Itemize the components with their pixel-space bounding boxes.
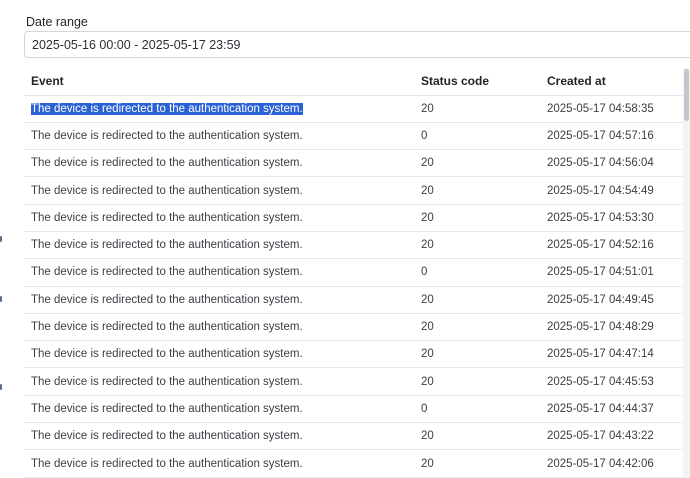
status-code-cell: 0 bbox=[414, 395, 540, 424]
event-text: The device is redirected to the authenti… bbox=[31, 102, 303, 115]
status-code-cell: 20 bbox=[414, 449, 540, 478]
event-cell: The device is redirected to the authenti… bbox=[24, 395, 414, 424]
event-cell: The device is redirected to the authenti… bbox=[24, 258, 414, 287]
edge-mark bbox=[0, 236, 2, 242]
table-row[interactable]: The device is redirected to the authenti… bbox=[24, 395, 690, 424]
event-text: The device is redirected to the authenti… bbox=[31, 375, 303, 388]
event-text: The device is redirected to the authenti… bbox=[31, 293, 303, 306]
event-cell: The device is redirected to the authenti… bbox=[24, 422, 414, 451]
created-at-cell: 2025-05-17 04:49:45 bbox=[540, 286, 690, 314]
table-row[interactable]: The device is redirected to the authenti… bbox=[24, 122, 690, 151]
created-at-cell: 2025-05-17 04:45:53 bbox=[540, 367, 690, 396]
event-text: The device is redirected to the authenti… bbox=[31, 430, 303, 443]
status-code-cell: 20 bbox=[414, 176, 540, 205]
table-row[interactable]: The device is redirected to the authenti… bbox=[24, 231, 690, 260]
event-text: The device is redirected to the authenti… bbox=[31, 321, 303, 334]
event-cell: The device is redirected to the authenti… bbox=[24, 149, 414, 178]
status-code-cell: 20 bbox=[414, 95, 540, 123]
created-at-cell: 2025-05-17 04:58:35 bbox=[540, 95, 690, 123]
event-cell: The device is redirected to the authenti… bbox=[24, 231, 414, 260]
events-table-container[interactable]: Event Status code Created at The device … bbox=[24, 68, 690, 478]
table-row[interactable]: The device is redirected to the authenti… bbox=[24, 449, 690, 478]
table-scrollbar-track[interactable] bbox=[683, 68, 690, 478]
table-row[interactable]: The device is redirected to the authenti… bbox=[24, 340, 690, 369]
status-code-cell: 20 bbox=[414, 313, 540, 342]
table-row[interactable]: The device is redirected to the authenti… bbox=[24, 149, 690, 178]
event-cell: The device is redirected to the authenti… bbox=[24, 313, 414, 342]
date-range-label: Date range bbox=[26, 15, 88, 29]
event-text: The device is redirected to the authenti… bbox=[31, 211, 303, 224]
status-code-cell: 20 bbox=[414, 367, 540, 396]
events-table: Event Status code Created at The device … bbox=[24, 68, 690, 478]
table-row[interactable]: The device is redirected to the authenti… bbox=[24, 95, 690, 123]
status-code-cell: 20 bbox=[414, 286, 540, 314]
created-at-cell: 2025-05-17 04:51:01 bbox=[540, 258, 690, 287]
table-scrollbar-thumb[interactable] bbox=[684, 69, 689, 121]
event-cell: The device is redirected to the authenti… bbox=[24, 95, 414, 123]
column-header-status-code[interactable]: Status code bbox=[414, 68, 540, 96]
event-text: The device is redirected to the authenti… bbox=[31, 402, 303, 415]
created-at-cell: 2025-05-17 04:43:22 bbox=[540, 422, 690, 451]
status-code-cell: 20 bbox=[414, 231, 540, 260]
status-code-cell: 0 bbox=[414, 122, 540, 151]
created-at-cell: 2025-05-17 04:48:29 bbox=[540, 313, 690, 342]
table-row[interactable]: The device is redirected to the authenti… bbox=[24, 176, 690, 205]
event-log-page: Date range Event Status code Created at … bbox=[0, 0, 690, 478]
created-at-cell: 2025-05-17 04:54:49 bbox=[540, 176, 690, 205]
column-header-created-at[interactable]: Created at bbox=[540, 68, 690, 96]
event-text: The device is redirected to the authenti… bbox=[31, 348, 303, 361]
event-cell: The device is redirected to the authenti… bbox=[24, 449, 414, 478]
status-code-cell: 0 bbox=[414, 258, 540, 287]
date-range-input[interactable] bbox=[24, 31, 690, 58]
table-row[interactable]: The device is redirected to the authenti… bbox=[24, 258, 690, 287]
event-cell: The device is redirected to the authenti… bbox=[24, 176, 414, 205]
event-cell: The device is redirected to the authenti… bbox=[24, 286, 414, 314]
event-cell: The device is redirected to the authenti… bbox=[24, 367, 414, 396]
created-at-cell: 2025-05-17 04:53:30 bbox=[540, 204, 690, 232]
status-code-cell: 20 bbox=[414, 204, 540, 232]
event-text: The device is redirected to the authenti… bbox=[31, 129, 303, 142]
created-at-cell: 2025-05-17 04:56:04 bbox=[540, 149, 690, 178]
event-text: The device is redirected to the authenti… bbox=[31, 157, 303, 170]
created-at-cell: 2025-05-17 04:57:16 bbox=[540, 122, 690, 151]
created-at-cell: 2025-05-17 04:52:16 bbox=[540, 231, 690, 260]
event-text: The device is redirected to the authenti… bbox=[31, 184, 303, 197]
table-row[interactable]: The device is redirected to the authenti… bbox=[24, 204, 690, 232]
table-body: The device is redirected to the authenti… bbox=[24, 95, 690, 478]
event-cell: The device is redirected to the authenti… bbox=[24, 204, 414, 232]
column-header-event[interactable]: Event bbox=[24, 68, 414, 96]
table-header-row: Event Status code Created at bbox=[24, 68, 690, 96]
table-row[interactable]: The device is redirected to the authenti… bbox=[24, 286, 690, 314]
status-code-cell: 20 bbox=[414, 422, 540, 451]
created-at-cell: 2025-05-17 04:47:14 bbox=[540, 340, 690, 369]
event-text: The device is redirected to the authenti… bbox=[31, 457, 303, 470]
event-cell: The device is redirected to the authenti… bbox=[24, 122, 414, 151]
created-at-cell: 2025-05-17 04:44:37 bbox=[540, 395, 690, 424]
event-text: The device is redirected to the authenti… bbox=[31, 266, 303, 279]
table-row[interactable]: The device is redirected to the authenti… bbox=[24, 422, 690, 451]
table-row[interactable]: The device is redirected to the authenti… bbox=[24, 367, 690, 396]
event-text: The device is redirected to the authenti… bbox=[31, 239, 303, 252]
edge-mark bbox=[0, 384, 2, 390]
status-code-cell: 20 bbox=[414, 149, 540, 178]
event-cell: The device is redirected to the authenti… bbox=[24, 340, 414, 369]
table-row[interactable]: The device is redirected to the authenti… bbox=[24, 313, 690, 342]
created-at-cell: 2025-05-17 04:42:06 bbox=[540, 449, 690, 478]
status-code-cell: 20 bbox=[414, 340, 540, 369]
edge-mark bbox=[0, 296, 2, 302]
